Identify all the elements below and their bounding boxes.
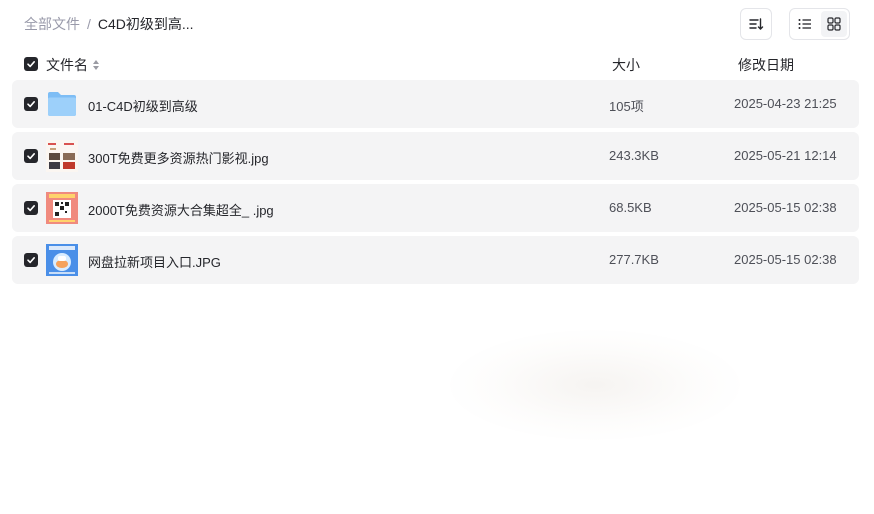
file-size: 243.3KB	[609, 148, 659, 163]
file-date: 2025-05-15 02:38	[734, 200, 837, 215]
sort-button[interactable]	[740, 8, 772, 40]
list-view-button[interactable]	[792, 11, 819, 37]
file-date: 2025-05-15 02:38	[734, 252, 837, 267]
file-name[interactable]: 300T免费更多资源热门影视.jpg	[88, 148, 269, 167]
check-icon	[27, 100, 35, 108]
check-icon	[27, 256, 35, 264]
file-row[interactable]: 网盘拉新项目入口.JPG 277.7KB 2025-05-15 02:38	[12, 236, 859, 284]
file-name[interactable]: 01-C4D初级到高级	[88, 96, 198, 115]
column-header-date[interactable]: 修改日期	[738, 55, 794, 75]
file-name[interactable]: 2000T免费资源大合集超全_ .jpg	[88, 200, 274, 219]
file-date: 2025-04-23 21:25	[734, 96, 837, 111]
image-thumbnail-icon	[46, 244, 78, 276]
sort-icon	[749, 18, 764, 30]
file-size: 105项	[609, 99, 644, 114]
column-header-size[interactable]: 大小	[612, 55, 640, 75]
row-checkbox[interactable]	[24, 97, 38, 111]
row-checkbox[interactable]	[24, 201, 38, 215]
file-size: 68.5KB	[609, 200, 652, 215]
row-checkbox[interactable]	[24, 253, 38, 267]
list-view-icon	[798, 19, 812, 29]
image-thumbnail-icon	[46, 192, 78, 224]
view-mode-toggle	[789, 8, 850, 40]
check-icon	[27, 152, 35, 160]
breadcrumb-root-link[interactable]: 全部文件	[24, 14, 80, 34]
breadcrumb-current: C4D初级到高...	[97, 16, 194, 32]
breadcrumb: 全部文件 / C4D初级到高...	[24, 15, 194, 33]
folder-icon	[46, 88, 78, 120]
sort-arrows-icon	[93, 60, 99, 70]
grid-view-icon	[827, 17, 841, 31]
file-size: 277.7KB	[609, 252, 659, 267]
file-row[interactable]: 2000T免费资源大合集超全_ .jpg 68.5KB 2025-05-15 0…	[12, 184, 859, 232]
grid-view-button[interactable]	[820, 11, 847, 37]
column-header-name[interactable]: 文件名	[46, 55, 100, 75]
check-icon	[27, 204, 35, 212]
file-row[interactable]: 01-C4D初级到高级 105项 2025-04-23 21:25	[12, 80, 859, 128]
background-glow	[450, 330, 740, 440]
image-thumbnail-icon	[46, 140, 78, 172]
breadcrumb-separator: /	[87, 16, 91, 32]
column-name-label: 文件名	[46, 57, 88, 73]
check-icon	[27, 60, 35, 68]
select-all-checkbox[interactable]	[24, 57, 38, 71]
file-date: 2025-05-21 12:14	[734, 148, 837, 163]
file-list-header: 文件名 大小 修改日期	[12, 52, 859, 76]
file-row[interactable]: 300T免费更多资源热门影视.jpg 243.3KB 2025-05-21 12…	[12, 132, 859, 180]
file-name[interactable]: 网盘拉新项目入口.JPG	[88, 252, 221, 271]
row-checkbox[interactable]	[24, 149, 38, 163]
